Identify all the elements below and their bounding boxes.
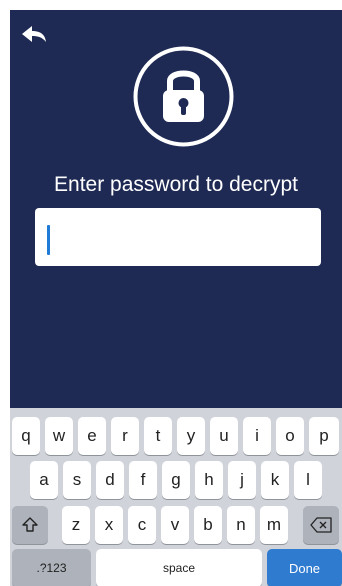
done-key[interactable]: Done: [267, 549, 342, 586]
key-j[interactable]: j: [228, 461, 256, 499]
space-key[interactable]: space: [96, 549, 262, 586]
key-m[interactable]: m: [260, 506, 288, 544]
key-r[interactable]: r: [111, 417, 139, 455]
lock-icon: [133, 46, 234, 147]
key-l[interactable]: l: [294, 461, 322, 499]
key-o[interactable]: o: [276, 417, 304, 455]
key-s[interactable]: s: [63, 461, 91, 499]
key-k[interactable]: k: [261, 461, 289, 499]
key-i[interactable]: i: [243, 417, 271, 455]
key-b[interactable]: b: [194, 506, 222, 544]
key-q[interactable]: q: [12, 417, 40, 455]
key-g[interactable]: g: [162, 461, 190, 499]
key-u[interactable]: u: [210, 417, 238, 455]
decrypt-prompt: Enter password to decrypt: [54, 173, 298, 196]
key-c[interactable]: c: [128, 506, 156, 544]
key-h[interactable]: h: [195, 461, 223, 499]
key-w[interactable]: w: [45, 417, 73, 455]
key-z[interactable]: z: [62, 506, 90, 544]
key-x[interactable]: x: [95, 506, 123, 544]
back-arrow-icon[interactable]: [20, 24, 48, 44]
delete-icon: [310, 517, 332, 533]
key-y[interactable]: y: [177, 417, 205, 455]
shift-icon: [22, 517, 38, 532]
key-n[interactable]: n: [227, 506, 255, 544]
key-v[interactable]: v: [161, 506, 189, 544]
key-t[interactable]: t: [144, 417, 172, 455]
on-screen-keyboard: q w e r t y u i o p a s d f g h j k l z …: [10, 408, 342, 586]
delete-key[interactable]: [303, 506, 339, 544]
text-caret: [47, 225, 50, 255]
key-a[interactable]: a: [30, 461, 58, 499]
key-d[interactable]: d: [96, 461, 124, 499]
key-f[interactable]: f: [129, 461, 157, 499]
key-e[interactable]: e: [78, 417, 106, 455]
key-p[interactable]: p: [309, 417, 339, 455]
decrypt-panel: Enter password to decrypt: [10, 10, 342, 408]
shift-key[interactable]: [12, 506, 48, 544]
password-input[interactable]: [35, 208, 321, 266]
numbers-key[interactable]: .?123: [12, 549, 91, 586]
decrypt-screen: Enter password to decrypt q w e r t y u …: [0, 0, 342, 586]
